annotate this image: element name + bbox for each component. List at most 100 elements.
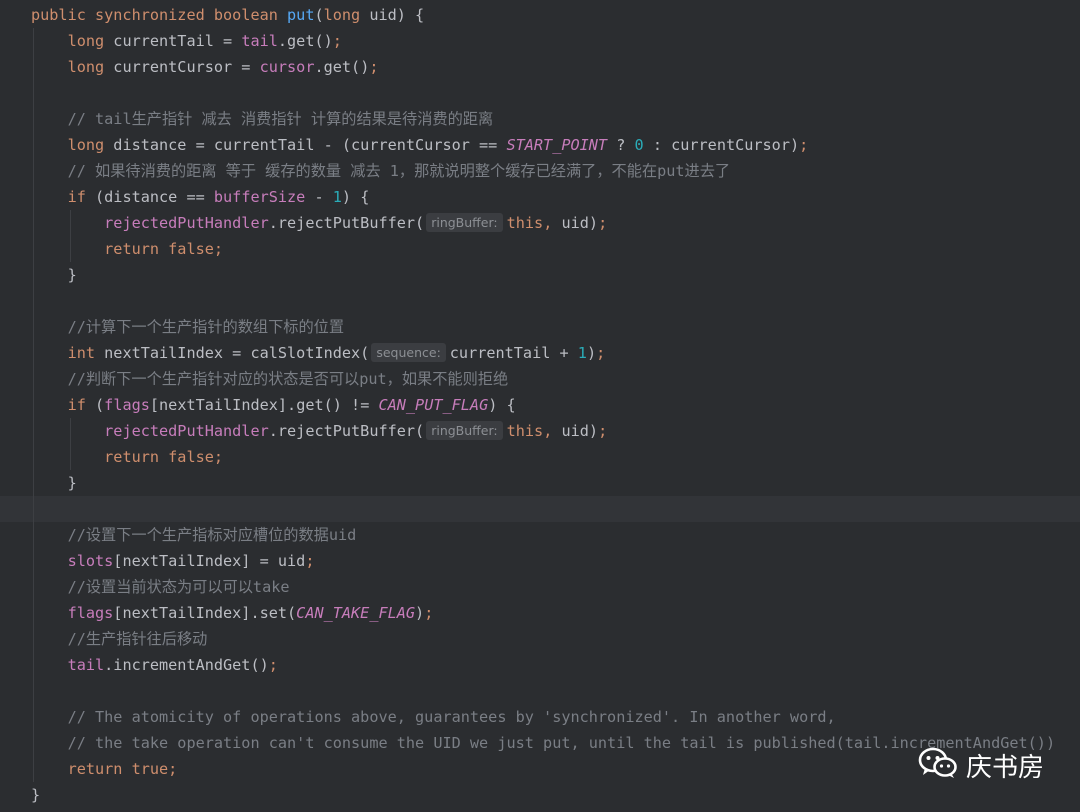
code-line[interactable]: int nextTailIndex = calSlotIndex(sequenc…: [0, 340, 1080, 366]
code-line[interactable]: //生产指针往后移动: [0, 626, 1080, 652]
code-token: currentCursor =: [113, 58, 260, 76]
code-line[interactable]: }: [0, 470, 1080, 496]
code-token: tail: [241, 32, 278, 50]
code-token: ?: [607, 136, 635, 154]
code-line[interactable]: rejectedPutHandler.rejectPutBuffer(ringB…: [0, 418, 1080, 444]
code-token: rejectedPutHandler: [104, 422, 269, 440]
code-token: ) {: [341, 188, 370, 206]
code-text: }: [31, 262, 77, 288]
code-token: }: [67, 474, 77, 492]
code-token: nextTailIndex = calSlotIndex(: [104, 344, 370, 362]
code-token: if: [67, 396, 96, 414]
code-token: 1: [577, 344, 587, 362]
code-line[interactable]: tail.incrementAndGet();: [0, 652, 1080, 678]
code-line[interactable]: [0, 678, 1080, 704]
code-line[interactable]: //设置当前状态为可以可以take: [0, 574, 1080, 600]
code-token: }: [31, 786, 41, 804]
code-token: ;: [424, 604, 434, 622]
code-token: ;: [369, 58, 379, 76]
code-token: [nextTailIndex] = uid: [113, 552, 306, 570]
code-line[interactable]: long currentTail = tail.get();: [0, 28, 1080, 54]
code-token: currentTail +: [449, 344, 578, 362]
code-line[interactable]: long distance = currentTail - (currentCu…: [0, 132, 1080, 158]
code-line-current[interactable]: [0, 496, 1080, 522]
code-token: bufferSize: [213, 188, 306, 206]
code-token: }: [67, 266, 77, 284]
code-line[interactable]: if (flags[nextTailIndex].get() != CAN_PU…: [0, 392, 1080, 418]
code-line[interactable]: // The atomicity of operations above, gu…: [0, 704, 1080, 730]
code-token: return false;: [104, 448, 224, 466]
code-text: tail.incrementAndGet();: [31, 652, 278, 678]
code-text: if (flags[nextTailIndex].get() != CAN_PU…: [31, 392, 516, 418]
code-line[interactable]: // tail生产指针 减去 消费指针 计算的结果是待消费的距离: [0, 106, 1080, 132]
code-token: // 如果待消费的距离 等于 缓存的数量 减去 1，那就说明整个缓存已经满了，不…: [67, 162, 731, 180]
watermark: 庆书房: [918, 745, 1044, 785]
code-line[interactable]: flags[nextTailIndex].set(CAN_TAKE_FLAG);: [0, 600, 1080, 626]
code-line[interactable]: return false;: [0, 444, 1080, 470]
code-token: ;: [332, 32, 342, 50]
code-token: // tail生产指针 减去 消费指针 计算的结果是待消费的距离: [67, 110, 494, 128]
code-text: if (distance == bufferSize - 1) {: [31, 184, 370, 210]
code-token: ): [415, 604, 425, 622]
code-token: long: [67, 136, 114, 154]
code-line[interactable]: return false;: [0, 236, 1080, 262]
code-token: public synchronized boolean: [31, 6, 288, 24]
code-text: long currentTail = tail.get();: [31, 28, 342, 54]
code-text: //设置下一个生产指标对应槽位的数据uid: [31, 522, 357, 548]
code-token: slots: [67, 552, 114, 570]
code-text: // The atomicity of operations above, gu…: [31, 704, 836, 730]
code-token: cursor: [259, 58, 315, 76]
code-line[interactable]: //判断下一个生产指针对应的状态是否可以put，如果不能则拒绝: [0, 366, 1080, 392]
code-line[interactable]: }: [0, 262, 1080, 288]
code-text: flags[nextTailIndex].set(CAN_TAKE_FLAG);: [31, 600, 434, 626]
code-token: [nextTailIndex].set(: [113, 604, 297, 622]
code-line[interactable]: [0, 80, 1080, 106]
code-line[interactable]: //设置下一个生产指标对应槽位的数据uid: [0, 522, 1080, 548]
code-text: int nextTailIndex = calSlotIndex(sequenc…: [31, 340, 605, 366]
code-line[interactable]: //计算下一个生产指针的数组下标的位置: [0, 314, 1080, 340]
code-token: ): [586, 344, 597, 362]
code-line[interactable]: public synchronized boolean put(long uid…: [0, 2, 1080, 28]
code-text: rejectedPutHandler.rejectPutBuffer(ringB…: [31, 210, 607, 236]
code-token: .get(): [277, 32, 333, 50]
code-token: put: [287, 6, 315, 24]
code-token: tail: [67, 656, 105, 674]
code-token: // the take operation can't consume the …: [67, 734, 1056, 752]
watermark-label: 庆书房: [966, 752, 1045, 783]
code-token: (: [95, 396, 105, 414]
code-token: return true;: [67, 760, 178, 778]
code-token: flags: [67, 604, 114, 622]
code-token: //判断下一个生产指针对应的状态是否可以put，如果不能则拒绝: [67, 370, 509, 388]
code-text: // tail生产指针 减去 消费指针 计算的结果是待消费的距离: [31, 106, 494, 132]
code-token: //计算下一个生产指针的数组下标的位置: [67, 318, 345, 336]
code-token: this: [506, 214, 544, 232]
parameter-hint: ringBuffer:: [426, 421, 503, 440]
code-line[interactable]: // 如果待消费的距离 等于 缓存的数量 减去 1，那就说明整个缓存已经满了，不…: [0, 158, 1080, 184]
code-token: long: [67, 32, 114, 50]
code-line[interactable]: rejectedPutHandler.rejectPutBuffer(ringB…: [0, 210, 1080, 236]
code-token: ;: [598, 422, 608, 440]
code-token: 0: [634, 136, 644, 154]
code-line[interactable]: }: [0, 782, 1080, 808]
code-token: ;: [598, 214, 608, 232]
code-token: (: [314, 6, 324, 24]
code-line[interactable]: long currentCursor = cursor.get();: [0, 54, 1080, 80]
code-line[interactable]: slots[nextTailIndex] = uid;: [0, 548, 1080, 574]
code-token: .rejectPutBuffer(: [268, 422, 425, 440]
code-text: long distance = currentTail - (currentCu…: [31, 132, 809, 158]
code-token: // The atomicity of operations above, gu…: [67, 708, 836, 726]
code-text: rejectedPutHandler.rejectPutBuffer(ringB…: [31, 418, 607, 444]
code-token: CAN_TAKE_FLAG: [296, 604, 416, 622]
code-token: ;: [305, 552, 315, 570]
code-line[interactable]: if (distance == bufferSize - 1) {: [0, 184, 1080, 210]
code-token: : currentCursor): [643, 136, 800, 154]
code-editor[interactable]: public synchronized boolean put(long uid…: [0, 0, 1080, 812]
code-token: ;: [799, 136, 809, 154]
code-token: rejectedPutHandler: [104, 214, 269, 232]
code-token: .rejectPutBuffer(: [268, 214, 425, 232]
code-text: //计算下一个生产指针的数组下标的位置: [31, 314, 344, 340]
code-line[interactable]: [0, 288, 1080, 314]
code-token: ;: [596, 344, 606, 362]
